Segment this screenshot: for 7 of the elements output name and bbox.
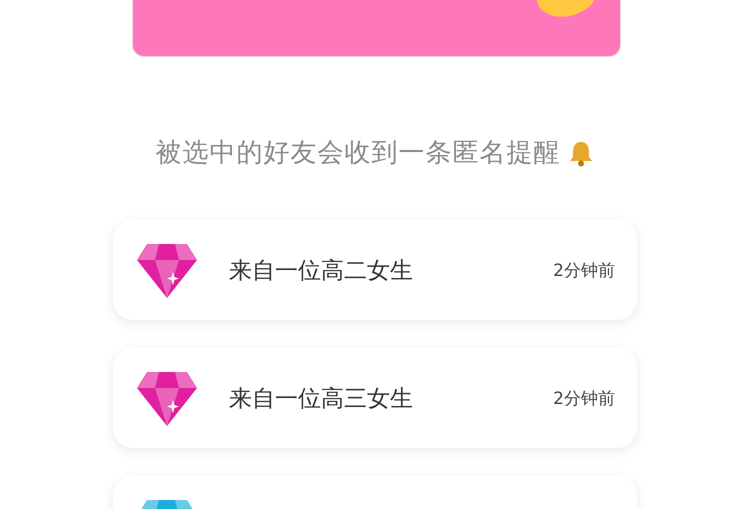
message-title: 来自一位高三女生: [229, 384, 414, 414]
caption-text: 被选中的好友会收到一条匿名提醒: [156, 137, 560, 170]
message-time: 2分钟前: [553, 388, 615, 410]
message-card[interactable]: 来自一位高三女生 2分钟前: [113, 348, 637, 448]
message-title: 来自一位高二女生: [229, 256, 414, 286]
message-card[interactable]: 来自一位高二女生 2分钟前: [113, 220, 637, 320]
message-time: 2分钟前: [553, 260, 615, 282]
